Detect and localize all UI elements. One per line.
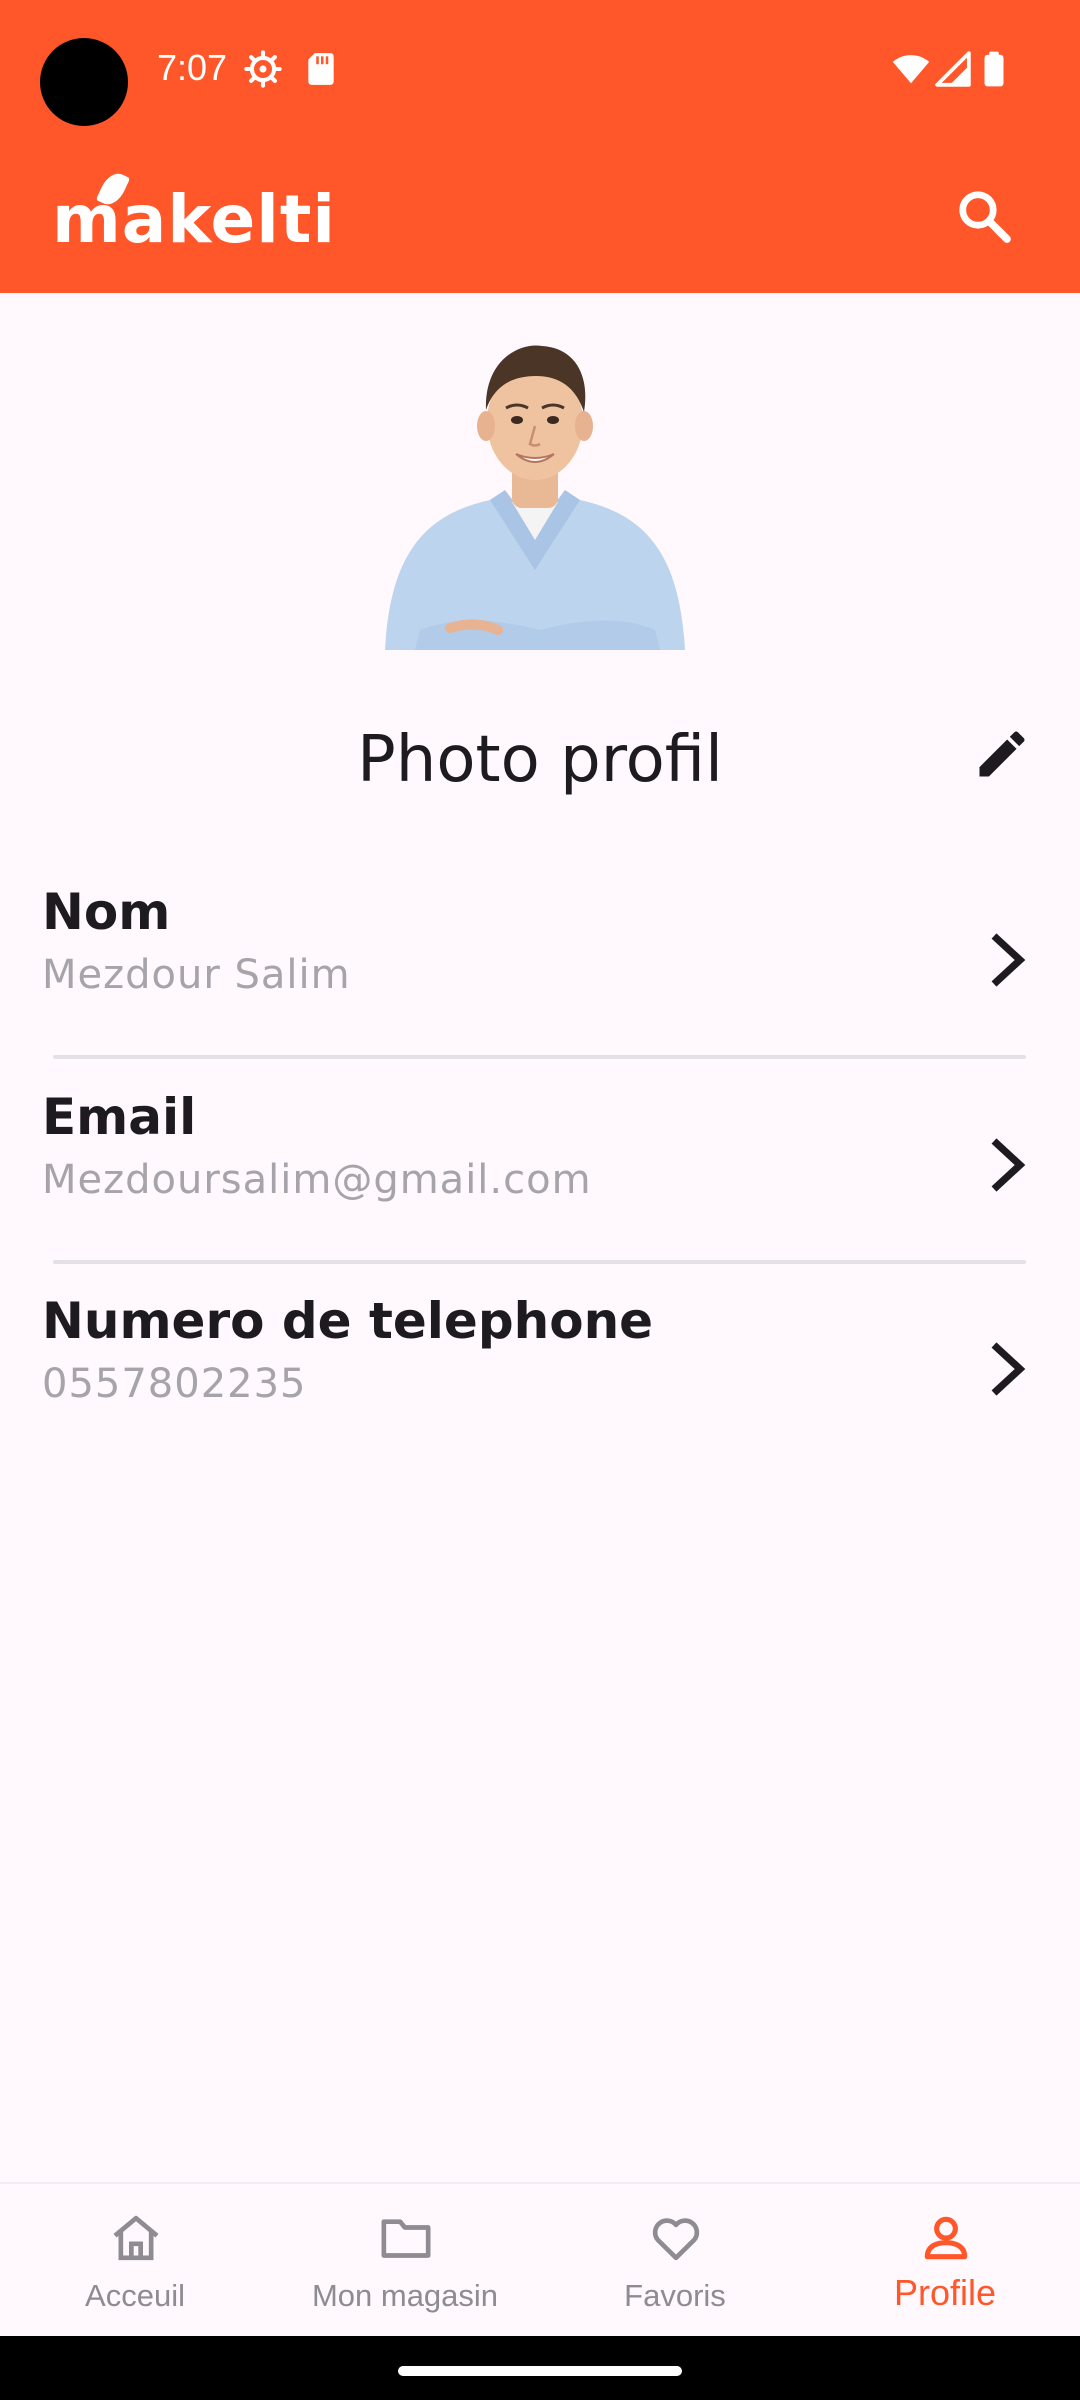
- edit-profile-button[interactable]: [966, 718, 1038, 790]
- nav-label: Profile: [893, 2272, 997, 2313]
- field-row-nom[interactable]: Nom Mezdour Salim: [0, 880, 1080, 1080]
- heart-icon: [652, 2218, 700, 2261]
- chevron-right-icon: [991, 1342, 1026, 1396]
- nav-item-acceuil[interactable]: Acceuil: [0, 2184, 270, 2338]
- person-photo-illustration: [385, 345, 685, 650]
- nav-label: Acceuil: [85, 2278, 185, 2313]
- system-gesture-bar: [0, 2336, 1080, 2400]
- field-value: Mezdoursalim@gmail.com: [42, 1157, 592, 1203]
- search-icon: [959, 191, 1011, 243]
- sd-card-icon: [308, 53, 334, 85]
- person-icon: [924, 2216, 968, 2260]
- field-label: Numero de telephone: [42, 1292, 654, 1350]
- field-value: Mezdour Salim: [42, 952, 351, 998]
- status-time: 7:07: [157, 47, 228, 88]
- nav-item-profile[interactable]: Profile: [810, 2184, 1080, 2338]
- nav-label: Mon magasin: [311, 2278, 499, 2313]
- divider: [53, 1260, 1026, 1264]
- nav-item-mon-magasin[interactable]: Mon magasin: [270, 2184, 540, 2338]
- profile-photo[interactable]: [380, 330, 690, 650]
- divider: [53, 1055, 1026, 1059]
- makelti-logo: makelti: [52, 168, 336, 260]
- bottom-navigation: Acceuil Mon magasin Favoris Profile: [0, 2182, 1080, 2336]
- field-row-email[interactable]: Email Mezdoursalim@gmail.com: [0, 1085, 1080, 1285]
- field-value: 0557802235: [42, 1361, 307, 1407]
- settings-gear-icon: [244, 50, 282, 88]
- profile-screen: 7:07 makelti Photo profil Nom Mezdour Sa…: [0, 0, 1080, 2400]
- app-header: 7:07 makelti: [0, 0, 1080, 293]
- cell-signal-icon: [935, 51, 971, 87]
- field-label: Email: [42, 1088, 197, 1146]
- field-label: Nom: [42, 883, 171, 941]
- battery-icon: [984, 51, 1004, 87]
- nav-label: Favoris: [624, 2278, 726, 2313]
- camera-cutout: [40, 38, 128, 126]
- chevron-right-icon: [991, 1138, 1026, 1192]
- home-icon: [113, 2215, 159, 2261]
- logo-text: akelti: [121, 181, 336, 258]
- folder-icon: [381, 2219, 431, 2258]
- home-gesture-handle[interactable]: [398, 2366, 682, 2376]
- wifi-icon: [892, 55, 930, 84]
- pencil-edit-icon: [979, 731, 1025, 777]
- field-row-phone[interactable]: Numero de telephone 0557802235: [0, 1289, 1080, 1489]
- search-button[interactable]: [948, 180, 1020, 252]
- nav-item-favoris[interactable]: Favoris: [540, 2184, 810, 2338]
- photo-profile-title: Photo profil: [357, 723, 723, 797]
- chevron-right-icon: [991, 933, 1026, 987]
